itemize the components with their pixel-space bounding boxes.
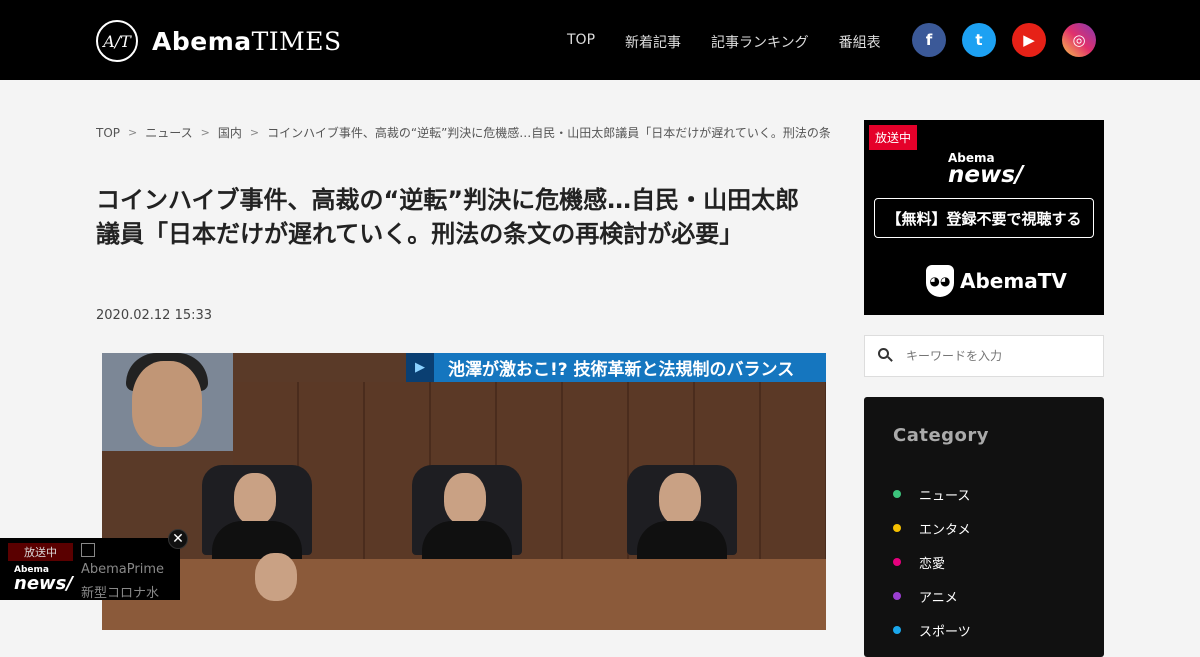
search-box: [864, 335, 1104, 377]
site-logo[interactable]: A/T AbemaTIMES: [96, 20, 342, 62]
category-item-anime[interactable]: アニメ: [893, 579, 971, 613]
search-icon[interactable]: [878, 348, 894, 364]
broken-image-icon: [81, 543, 95, 557]
abematv-logo[interactable]: ◕◕ AbemaTV: [926, 265, 1067, 297]
commentator-inset: [102, 353, 233, 451]
site-header: A/T AbemaTIMES TOP 新着記事 記事ランキング 番組表 f t …: [0, 0, 1200, 80]
watch-free-button[interactable]: 【無料】登録不要で視聴する: [874, 198, 1094, 238]
article-image: ▶ 池澤が激おこ!? 技術革新と法規制のバランス: [102, 353, 826, 630]
instagram-icon[interactable]: ◎: [1062, 23, 1096, 57]
facebook-icon[interactable]: f: [912, 23, 946, 57]
article-main: TOP > ニュース > 国内 > コインハイブ事件、高裁の“逆転”判決に危機感…: [96, 80, 830, 630]
breadcrumb-domestic[interactable]: 国内: [218, 124, 242, 141]
nav-new-articles[interactable]: 新着記事: [625, 32, 681, 52]
category-item-love[interactable]: 恋愛: [893, 545, 971, 579]
breadcrumb-top[interactable]: TOP: [96, 126, 120, 140]
youtube-icon[interactable]: ▶: [1012, 23, 1046, 57]
floating-news-logo: Abema news/: [14, 565, 73, 594]
flag-icon: ▶: [406, 353, 434, 382]
category-item-entame[interactable]: エンタメ: [893, 511, 971, 545]
logo-text: AbemaTIMES: [152, 26, 342, 56]
floating-channel-name: AbemaPrime: [81, 562, 165, 577]
category-panel: Category ニュース エンタメ 恋愛 アニメ スポーツ: [864, 397, 1104, 657]
clerk-figure: [247, 553, 307, 623]
floating-program-title: 新型コロナ水: [81, 586, 160, 601]
breadcrumb: TOP > ニュース > 国内 > コインハイブ事件、高裁の“逆転”判決に危機感…: [96, 124, 830, 141]
abema-news-logo: Abema news/: [948, 151, 1024, 188]
nav-ranking[interactable]: 記事ランキング: [711, 32, 809, 52]
search-input[interactable]: [906, 349, 1096, 363]
twitter-icon[interactable]: t: [962, 23, 996, 57]
live-promo[interactable]: 放送中 Abema news/ 【無料】登録不要で視聴する ◕◕ AbemaTV: [864, 120, 1104, 315]
courtroom-bench: [102, 559, 826, 630]
category-list: ニュース エンタメ 恋愛 アニメ スポーツ: [893, 477, 971, 647]
floating-player[interactable]: 放送中 Abema news/ AbemaPrime 新型コロナ水: [0, 538, 180, 601]
article-title: コインハイブ事件、高裁の“逆転”判決に危機感…自民・山田太郎議員「日本だけが遅れ…: [96, 186, 800, 248]
category-title: Category: [893, 425, 990, 446]
category-item-sports[interactable]: スポーツ: [893, 613, 971, 647]
logo-mark: A/T: [96, 20, 138, 62]
article-date: 2020.02.12 15:33: [96, 308, 213, 323]
dot-icon: [893, 490, 901, 498]
category-item-news[interactable]: ニュース: [893, 477, 971, 511]
nav-schedule[interactable]: 番組表: [839, 32, 881, 52]
floating-live-badge: 放送中: [8, 543, 73, 561]
abema-mascot-icon: ◕◕: [926, 265, 954, 297]
dot-icon: [893, 524, 901, 532]
chevron-right-icon: >: [200, 126, 210, 139]
close-icon[interactable]: ✕: [168, 529, 188, 549]
dot-icon: [893, 626, 901, 634]
image-caption: 池澤が激おこ!? 技術革新と法規制のバランス: [448, 360, 795, 380]
chevron-right-icon: >: [128, 126, 138, 139]
breadcrumb-current: コインハイブ事件、高裁の“逆転”判決に危機感…自民・山田太郎議員「日本だけが遅れ…: [267, 126, 830, 140]
main-nav: TOP 新着記事 記事ランキング 番組表: [567, 32, 881, 52]
live-badge: 放送中: [869, 125, 918, 150]
nav-top[interactable]: TOP: [567, 32, 595, 52]
image-caption-banner: ▶ 池澤が激おこ!? 技術革新と法規制のバランス: [406, 353, 826, 382]
chevron-right-icon: >: [249, 126, 260, 139]
breadcrumb-news[interactable]: ニュース: [145, 124, 192, 141]
dot-icon: [893, 592, 901, 600]
dot-icon: [893, 558, 901, 566]
